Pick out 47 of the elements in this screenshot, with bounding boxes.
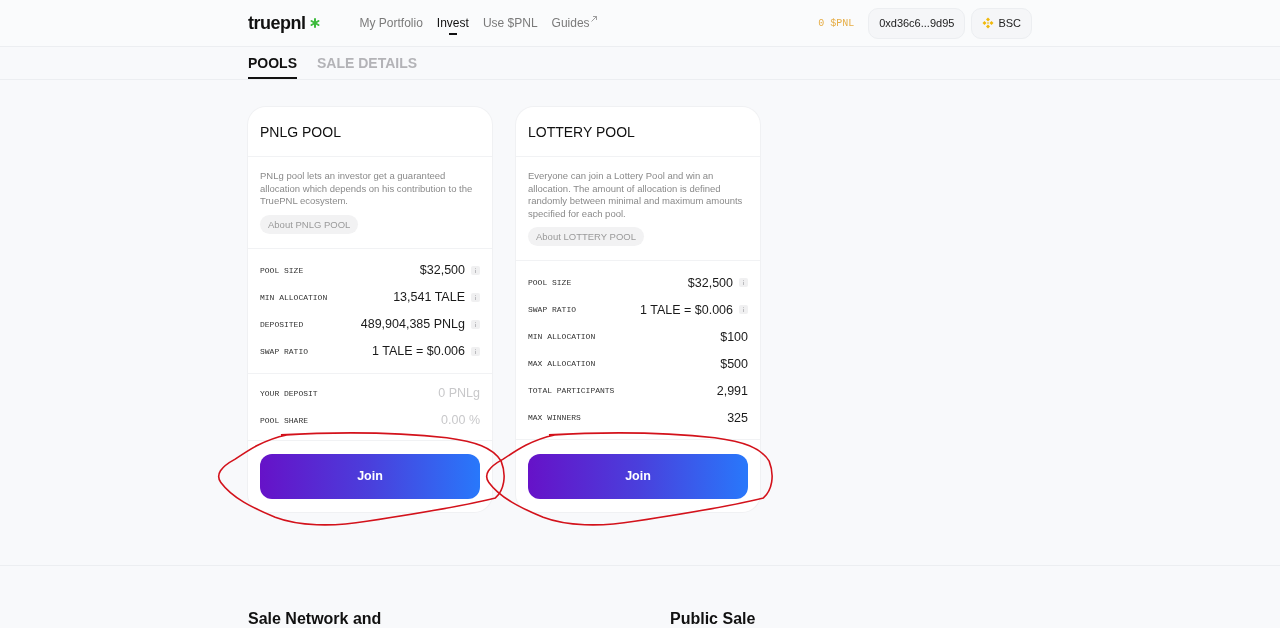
stat-value: $500 <box>720 356 748 371</box>
stat-label: MIN ALLOCATION <box>260 292 328 302</box>
stat-label: TOTAL PARTICIPANTS <box>528 386 615 395</box>
stat-value: $100 <box>720 329 748 344</box>
section-heading: Public Sale <box>670 609 757 627</box>
network-button[interactable]: BSC <box>971 7 1032 39</box>
stat-value: 489,904,385 PNLg <box>360 317 465 331</box>
wallet-button[interactable]: 0xd36c6...9d95 <box>868 7 966 39</box>
stat-value: 325 <box>727 410 748 425</box>
token-balance: 0 $PNL <box>818 17 855 29</box>
stat-value: 2,991 <box>716 383 748 398</box>
join-button[interactable]: Join <box>528 453 748 499</box>
stat-label: YOUR DEPOSIT <box>260 388 318 398</box>
nav-link[interactable]: Invest <box>436 10 469 36</box>
stat-value: 1 TALE = $0.006 <box>640 302 733 317</box>
info-icon[interactable] <box>739 278 748 287</box>
info-icon[interactable] <box>471 292 480 302</box>
pool-title: LOTTERY POOL <box>528 123 635 140</box>
stat-value: $32,500 <box>419 263 465 277</box>
stat-label: DEPOSITED <box>260 319 304 329</box>
stat-label: POOL SIZE <box>528 278 572 287</box>
tab[interactable]: POOLS <box>248 47 297 79</box>
stat-label: MIN ALLOCATION <box>528 332 596 341</box>
stat-value: 13,541 TALE <box>393 290 465 304</box>
section-heading: Sale Network and <box>248 609 383 627</box>
info-icon[interactable] <box>471 319 480 329</box>
diamond-logo-icon <box>982 17 995 29</box>
pool-description: Everyone can join a Lottery Pool and win an allocation. The amount of allocation is defined randomly between minimal and maximum amounts specified for each pool. <box>528 170 744 220</box>
join-button[interactable]: Join <box>260 453 480 499</box>
stat-label: MAX WINNERS <box>528 413 581 422</box>
pool-description: PNLg pool lets an investor get a guaranteed allocation which depends on his contribution to the TruePNL ecosystem. <box>260 170 474 208</box>
nav-link[interactable]: My Portfolio <box>359 10 423 36</box>
stat-label: POOL SHARE <box>260 415 308 425</box>
info-icon[interactable] <box>471 265 480 275</box>
pool-title: PNLG POOL <box>260 123 341 140</box>
logo-text[interactable]: truepnl <box>248 12 306 34</box>
nav-link[interactable]: Guides <box>551 10 597 36</box>
stat-label: POOL SIZE <box>260 265 304 275</box>
stat-label: SWAP RATIO <box>260 346 308 356</box>
info-icon[interactable] <box>739 305 748 314</box>
stat-label: MAX ALLOCATION <box>528 359 596 368</box>
asterisk-icon <box>309 18 320 28</box>
stat-value: 1 TALE = $0.006 <box>372 344 465 358</box>
stat-label: SWAP RATIO <box>528 305 576 314</box>
stat-value: $32,500 <box>687 275 733 290</box>
nav-link[interactable]: Use $PNL <box>482 10 538 36</box>
info-icon[interactable] <box>471 346 480 356</box>
